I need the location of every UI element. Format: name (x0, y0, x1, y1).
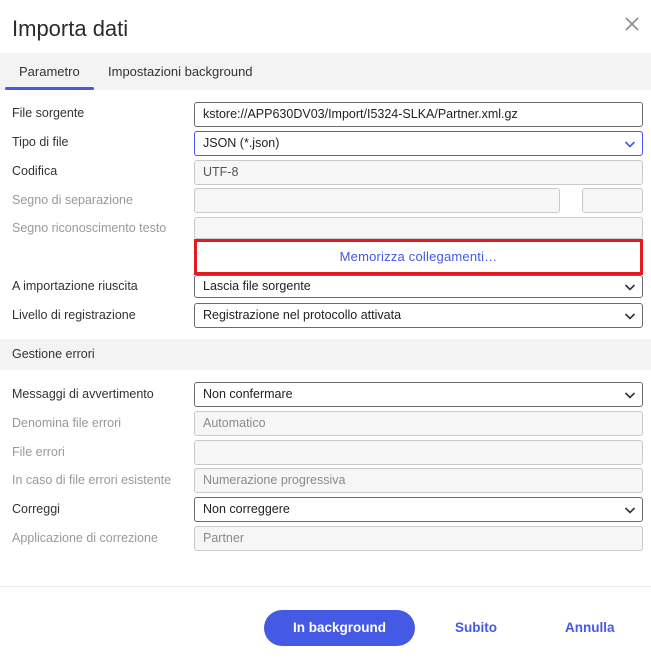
correction-app-field: Partner (194, 526, 643, 551)
memorize-links-button[interactable]: Memorizza collegamenti… (194, 239, 643, 275)
on-success-value: Lascia file sorgente (203, 279, 311, 293)
on-success-select[interactable]: Lascia file sorgente (194, 275, 643, 298)
file-type-label: Tipo di file (12, 135, 69, 149)
source-file-input[interactable]: kstore://APP630DV03/Import/I5324-SLKA/Pa… (194, 102, 643, 127)
warnings-label: Messaggi di avvertimento (12, 387, 154, 401)
encoding-label: Codifica (12, 164, 58, 178)
chevron-down-icon (624, 313, 636, 320)
error-handling-section-title: Gestione errori (0, 339, 651, 370)
existing-error-file-field: Numerazione progressiva (194, 468, 643, 493)
tab-bar: Parametro Impostazioni background (0, 53, 651, 90)
chevron-down-icon (624, 284, 636, 291)
correct-label: Correggi (12, 502, 60, 516)
source-file-label: File sorgente (12, 106, 85, 120)
error-file-name-label: Denomina file errori (12, 416, 122, 430)
separator-label: Segno di separazione (12, 193, 133, 207)
log-level-select[interactable]: Registrazione nel protocollo attivata (194, 303, 643, 328)
correction-app-label: Applicazione di correzione (12, 531, 158, 545)
warnings-value: Non confermare (203, 387, 293, 401)
chevron-down-icon (624, 392, 636, 399)
correct-value: Non correggere (203, 502, 290, 516)
separator-field (194, 188, 560, 213)
text-qualifier-label: Segno riconoscimento testo (12, 221, 167, 235)
file-type-select[interactable]: JSON (*.json) (194, 131, 643, 156)
tab-impostazioni-background[interactable]: Impostazioni background (94, 53, 267, 90)
tab-parametro[interactable]: Parametro (5, 53, 94, 90)
close-icon[interactable] (622, 14, 642, 34)
error-file-name-field: Automatico (194, 411, 643, 436)
warnings-select[interactable]: Non confermare (194, 382, 643, 407)
chevron-down-icon (624, 507, 636, 514)
on-success-label: A importazione riuscita (12, 279, 138, 293)
cancel-button[interactable]: Annulla (565, 610, 615, 646)
separator-extra-field (582, 188, 643, 213)
dialog-title: Importa dati (12, 16, 129, 41)
log-level-label: Livello di registrazione (12, 308, 136, 322)
file-type-value: JSON (*.json) (203, 136, 280, 150)
encoding-field: UTF-8 (194, 160, 643, 185)
log-level-value: Registrazione nel protocollo attivata (203, 308, 402, 322)
in-background-button[interactable]: In background (264, 610, 415, 646)
chevron-down-icon (624, 141, 636, 148)
now-button[interactable]: Subito (455, 610, 497, 646)
correct-select[interactable]: Non correggere (194, 497, 643, 522)
error-file-field (194, 440, 643, 465)
text-qualifier-field (194, 217, 643, 239)
import-dialog: Importa dati Parametro Impostazioni back… (0, 0, 651, 659)
existing-error-file-label: In caso di file errori esistente (12, 473, 172, 487)
error-file-label: File errori (12, 445, 65, 459)
footer-divider (0, 586, 651, 587)
